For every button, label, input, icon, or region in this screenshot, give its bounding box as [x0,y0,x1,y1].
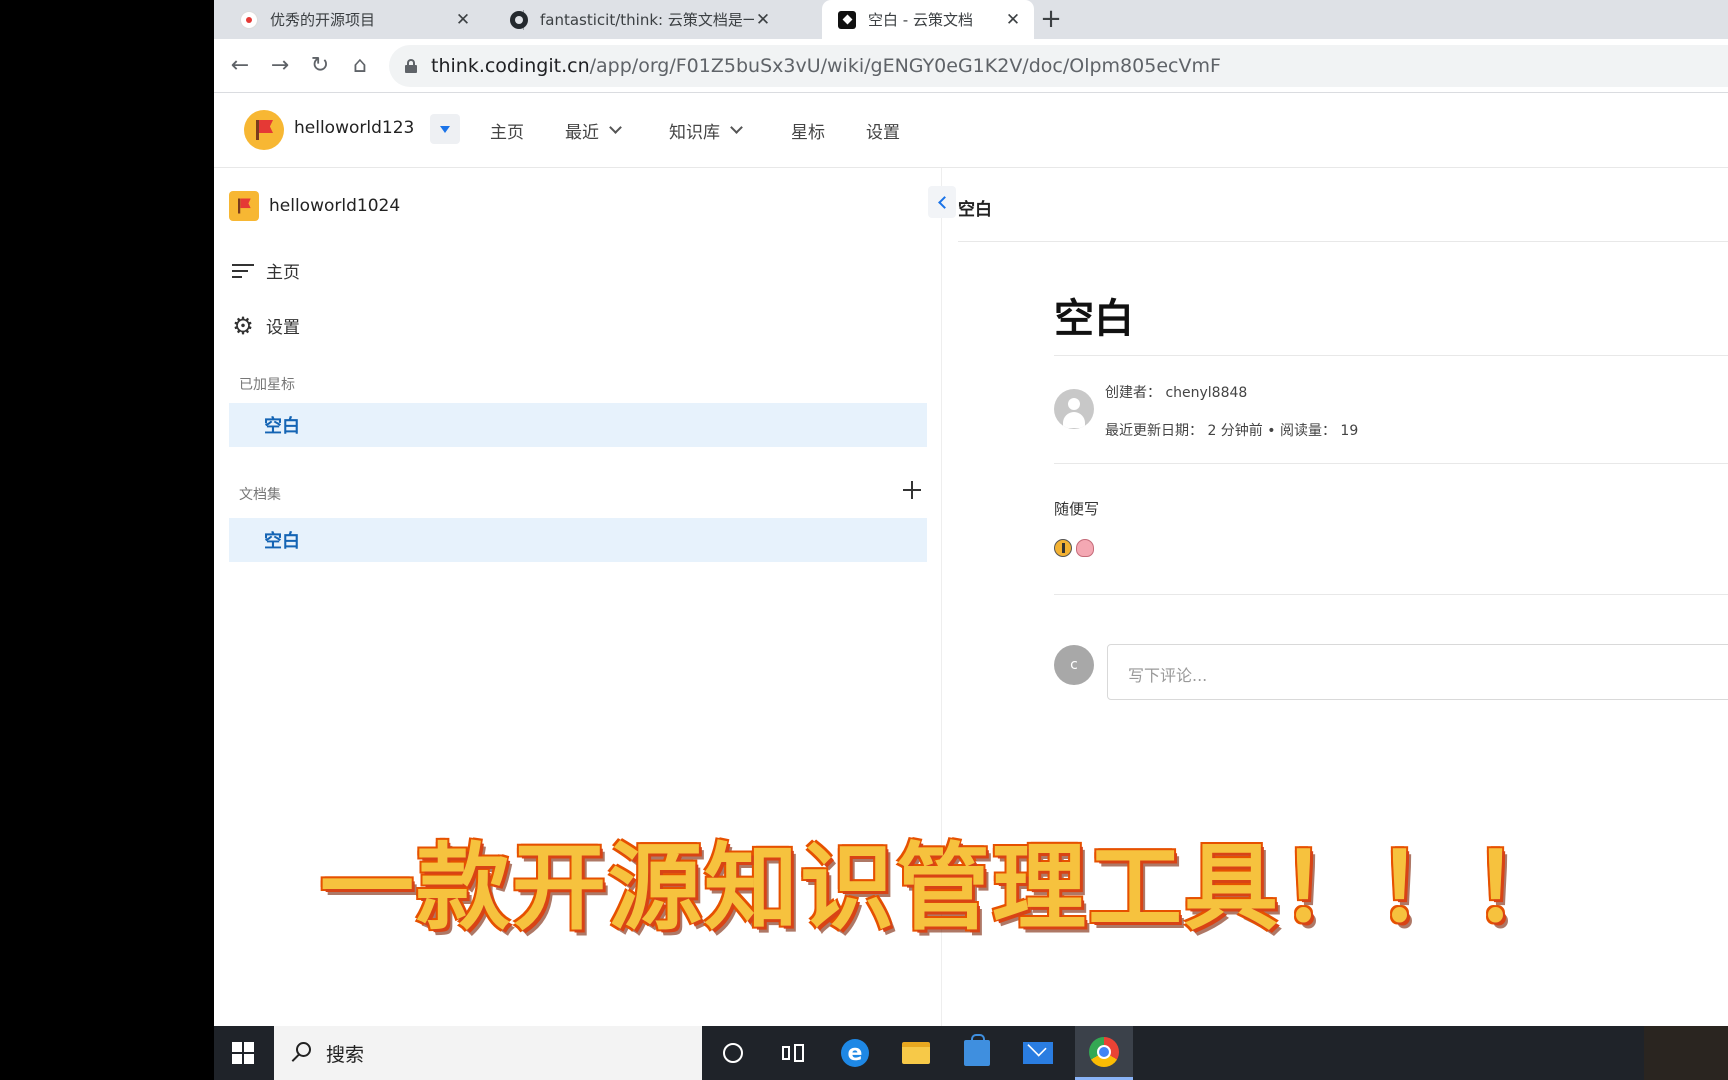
close-icon[interactable]: ✕ [454,11,472,29]
store-icon [964,1034,990,1066]
nav-recent[interactable]: 最近 [565,118,622,143]
edge-button[interactable]: e [826,1026,884,1080]
windows-logo-icon [232,1042,254,1064]
tab-strip: 优秀的开源项目 ✕ fantasticit/think: 云策文档是一 ✕ 空白… [214,0,1728,39]
sidebar-item-home[interactable]: 主页 [232,258,300,283]
folder-icon [902,1042,930,1064]
emoji-row [1054,539,1094,557]
reload-button[interactable]: ↻ [304,49,336,81]
url-path: /app/org/F01Z5buSx3vU/wiki/gENGY0eG1K2V/… [589,55,1221,77]
tab-active-doc[interactable]: 空白 - 云策文档 ✕ [822,0,1034,39]
screen: 优秀的开源项目 ✕ fantasticit/think: 云策文档是一 ✕ 空白… [0,0,1728,1080]
store-button[interactable] [948,1026,1006,1080]
tab-github-think[interactable]: fantasticit/think: 云策文档是一 ✕ [484,0,784,39]
home-button[interactable]: ⌂ [344,49,376,81]
brain-emoji-icon [1076,539,1094,557]
edge-icon: e [841,1039,869,1067]
app-header: helloworld123 主页 最近 知识库 星标 设置 [214,93,1728,168]
exclamation-emoji-icon [1054,539,1072,557]
add-doc-icon[interactable] [902,480,922,500]
workspace-header[interactable]: helloworld1024 [229,191,400,221]
nav-starred[interactable]: 星标 [791,118,825,143]
forward-button[interactable]: → [264,49,296,81]
chevron-down-icon [730,121,743,134]
chevron-left-icon [937,195,951,209]
windows-taskbar: 搜索 e [214,1026,1728,1080]
close-icon[interactable]: ✕ [1004,11,1022,29]
nav-wiki[interactable]: 知识库 [669,118,743,143]
divider [1054,594,1728,595]
close-icon[interactable]: ✕ [754,11,772,29]
menu-icon [232,263,254,279]
search-icon [290,1042,312,1064]
browser-toolbar: ← → ↻ ⌂ think.codingit.cn/app/org/F01Z5b… [214,39,1728,93]
org-avatar[interactable] [244,110,284,150]
breadcrumb: 空白 [958,200,992,220]
flag-icon [237,198,252,215]
commenter-avatar: c [1054,645,1094,685]
tab-title: fantasticit/think: 云策文档是一 [540,11,754,29]
chrome-button[interactable] [1075,1026,1133,1080]
flag-icon [254,119,274,141]
site-favicon-icon [240,10,258,29]
taskbar-corner [1644,1026,1728,1080]
cortana-button[interactable] [704,1026,762,1080]
divider [1054,463,1728,464]
org-name[interactable]: helloworld123 [294,118,414,138]
divider [1054,355,1728,356]
doc-body-text: 随便写 [1054,500,1100,518]
page-title: 空白 [1054,296,1134,342]
chrome-icon [1089,1036,1119,1067]
lock-icon[interactable] [405,59,417,73]
new-tab-button[interactable]: + [1036,4,1066,34]
task-view-icon [782,1044,804,1062]
tab-title: 优秀的开源项目 [270,11,376,29]
collapse-sidebar-button[interactable] [928,186,956,218]
workspace-avatar [229,191,259,221]
update-info: 最近更新日期： 2 分钟前 • 阅读量： 19 [1105,423,1359,439]
caret-down-icon [440,125,450,133]
url-host: think.codingit.cn [431,55,590,77]
author-avatar [1054,389,1094,429]
sidebar-item-label: 设置 [266,318,300,338]
nav-settings[interactable]: 设置 [866,118,900,143]
gear-icon: ⚙ [232,311,254,340]
taskbar-search[interactable]: 搜索 [274,1026,702,1080]
org-switcher-button[interactable] [430,114,460,144]
sidebar-item-settings[interactable]: ⚙ 设置 [232,311,300,340]
docset-section-label: 文档集 [239,487,281,503]
starred-section-label: 已加星标 [239,377,295,393]
cortana-icon [723,1043,743,1063]
video-caption: 一款开源知识管理工具！！！ [320,834,1569,943]
doc-header-bar: 空白 [958,168,1728,242]
sidebar-item-label: 主页 [266,263,300,283]
tab-title: 空白 - 云策文档 [868,11,973,29]
github-icon [510,10,528,29]
workspace-name: helloworld1024 [269,196,401,216]
chevron-down-icon [609,121,622,134]
start-button[interactable] [214,1026,272,1080]
tab-open-source-projects[interactable]: 优秀的开源项目 ✕ [214,0,484,39]
mail-button[interactable] [1009,1026,1067,1080]
think-favicon-icon [838,10,856,29]
file-explorer-button[interactable] [887,1026,945,1080]
starred-doc-item[interactable]: 空白 [229,403,927,447]
nav-home[interactable]: 主页 [490,118,524,143]
comment-input[interactable]: 写下评论... [1107,644,1728,700]
browser-window: 优秀的开源项目 ✕ fantasticit/think: 云策文档是一 ✕ 空白… [214,0,1728,1080]
search-label: 搜索 [326,1043,365,1066]
creator-info: 创建者： chenyl8848 [1105,385,1248,401]
address-bar[interactable]: think.codingit.cn/app/org/F01Z5buSx3vU/w… [389,45,1728,87]
task-view-button[interactable] [764,1026,822,1080]
mail-icon [1023,1042,1053,1064]
back-button[interactable]: ← [224,49,256,81]
docset-doc-item[interactable]: 空白 [229,518,927,562]
